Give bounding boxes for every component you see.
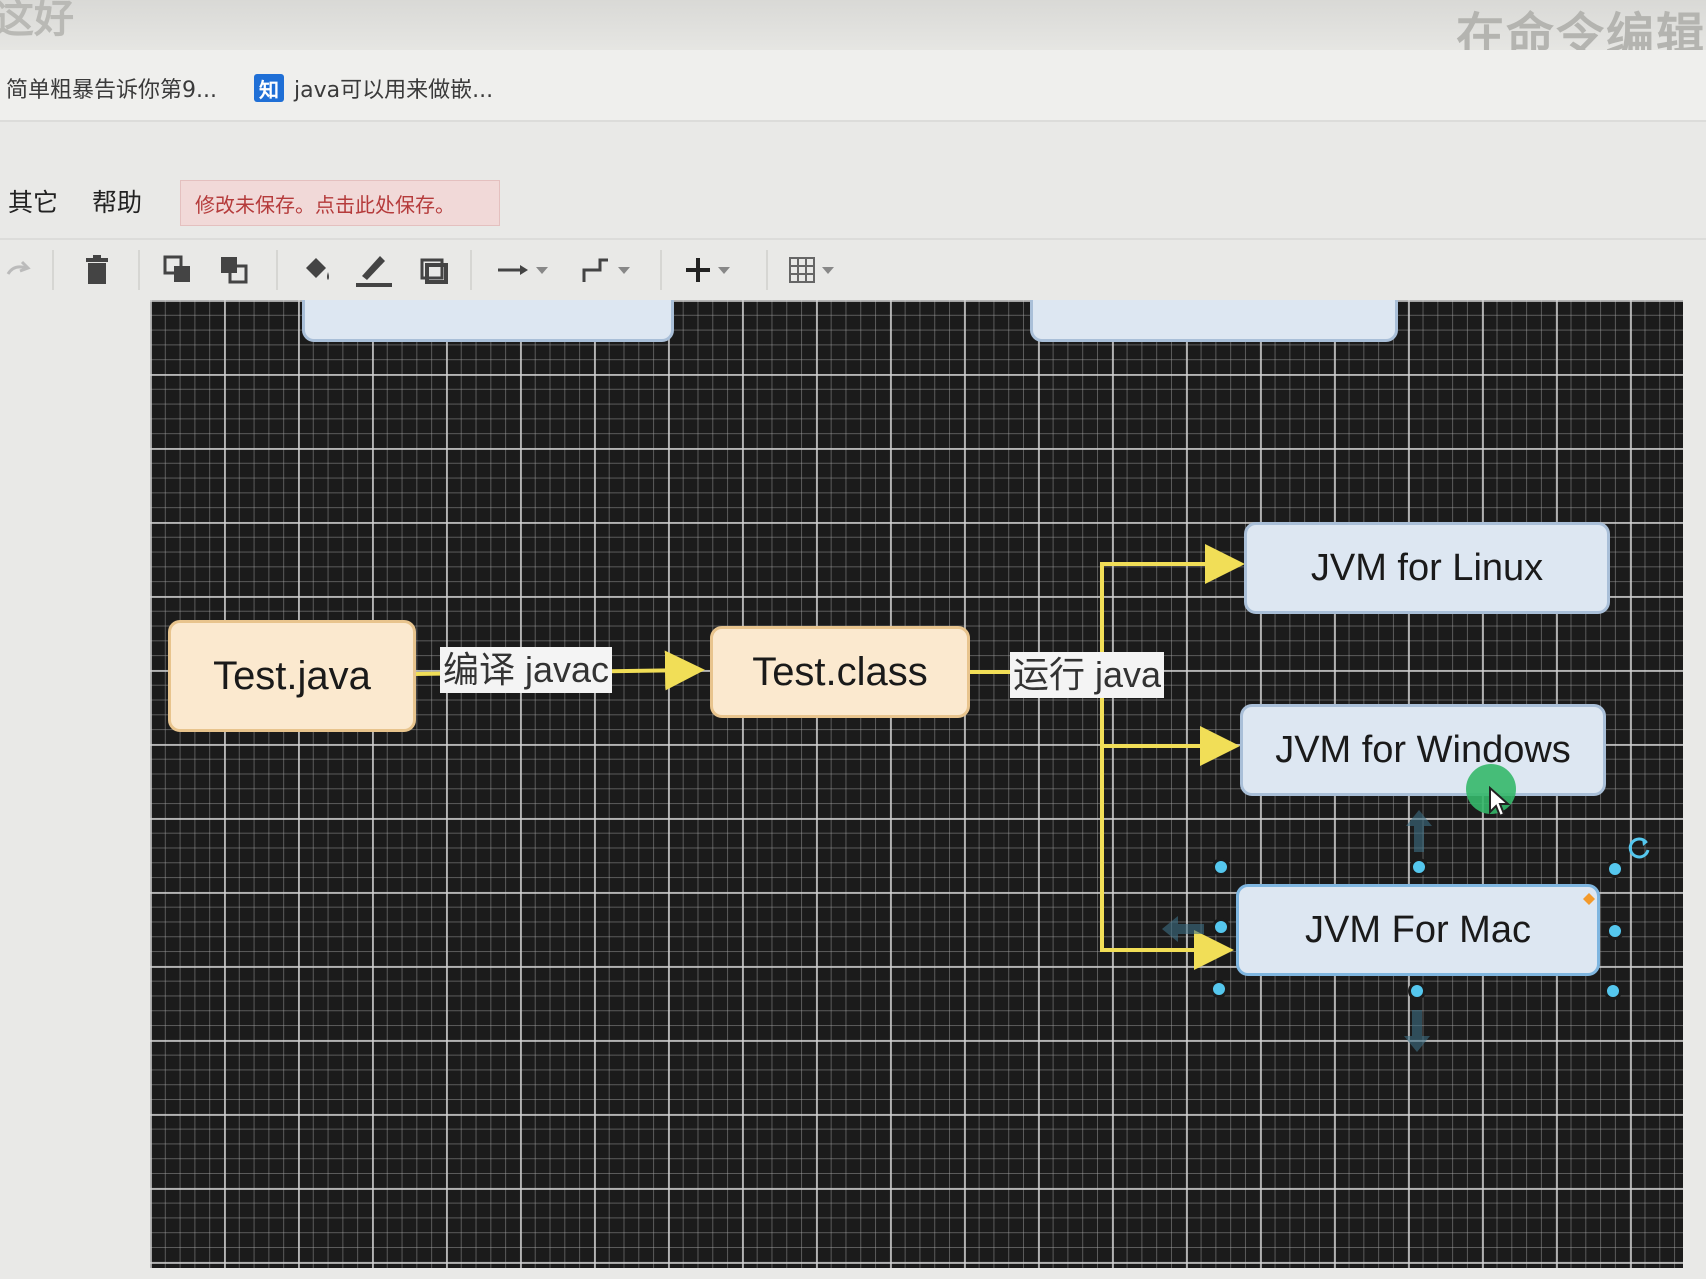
editor-toolbar <box>0 238 1706 300</box>
edge-label-compile[interactable]: 编译 javac <box>440 647 613 693</box>
fill-color-icon <box>306 258 329 280</box>
node-test-class[interactable]: Test.class <box>710 626 970 718</box>
move-down-arrow-icon[interactable] <box>1402 1008 1432 1054</box>
table-button[interactable] <box>788 252 834 288</box>
resize-handle-s[interactable] <box>1408 982 1426 1000</box>
bookmark-item-2-label: java可以用来做嵌... <box>294 78 494 103</box>
resize-handle-nw[interactable] <box>1212 858 1230 876</box>
toolbar-separator <box>766 250 768 290</box>
edge-label-run[interactable]: 运行 java <box>1010 652 1165 698</box>
resize-handle-sw[interactable] <box>1210 980 1228 998</box>
toolbar-separator <box>660 250 662 290</box>
edit-style-marker-icon[interactable] <box>1582 892 1596 906</box>
toolbar-separator <box>52 250 54 290</box>
chevron-down-icon <box>536 266 548 274</box>
menu-help[interactable]: 帮助 <box>92 183 142 219</box>
diagram-canvas[interactable]: Test.java Test.class JVM for Linux JVM f… <box>150 300 1683 1268</box>
connector-style-button[interactable] <box>496 252 548 288</box>
waypoint-style-icon <box>582 258 608 282</box>
chevron-down-icon <box>618 266 630 274</box>
line-color-icon <box>356 256 392 287</box>
redo-icon <box>6 260 31 275</box>
node-test-java-label: Test.java <box>213 653 371 698</box>
chevron-down-icon <box>822 266 834 274</box>
node-jvm-linux-label: JVM for Linux <box>1310 546 1544 589</box>
fill-color-button[interactable] <box>300 252 334 288</box>
redo-button[interactable] <box>4 252 32 288</box>
shadow-icon <box>420 258 448 284</box>
waypoint-style-button[interactable] <box>580 252 630 288</box>
resize-handle-w[interactable] <box>1212 918 1230 936</box>
node-jvm-windows-label: JVM for Windows <box>1275 728 1571 771</box>
bring-front-icon <box>163 255 190 282</box>
send-back-button[interactable] <box>218 252 250 288</box>
move-left-arrow-icon[interactable] <box>1160 914 1206 944</box>
node-jvm-mac-label: JVM For Mac <box>1305 908 1531 951</box>
node-jvm-windows[interactable]: JVM for Windows <box>1240 704 1606 796</box>
table-icon <box>789 257 815 283</box>
bring-front-button[interactable] <box>162 252 194 288</box>
window-title-fragment: 这好 <box>0 0 74 42</box>
unsaved-changes-notice[interactable]: 修改未保存。点击此处保存。 <box>180 180 500 226</box>
bookmark-item-2[interactable]: 知 java可以用来做嵌... <box>254 72 493 104</box>
shadow-button[interactable] <box>418 252 450 288</box>
node-test-class-label: Test.class <box>752 649 928 694</box>
browser-top-bar: 这好 在命令编辑 <box>0 0 1706 64</box>
node-jvm-mac[interactable]: JVM For Mac <box>1236 884 1600 976</box>
bookmark-bar: 简单粗暴告诉你第9... 知 java可以用来做嵌... <box>0 50 1706 122</box>
menu-other[interactable]: 其它 <box>8 183 58 219</box>
resize-handle-n[interactable] <box>1410 858 1428 876</box>
toolbar-separator <box>276 250 278 290</box>
connector-style-icon <box>498 265 528 275</box>
rotate-handle-icon[interactable] <box>1626 834 1654 862</box>
node-test-java[interactable]: Test.java <box>168 620 416 732</box>
bookmark-item-1[interactable]: 简单粗暴告诉你第9... <box>6 72 217 104</box>
zhihu-icon: 知 <box>254 74 284 102</box>
resize-handle-ne[interactable] <box>1606 860 1624 878</box>
edge-run[interactable] <box>969 544 1245 970</box>
line-color-button[interactable] <box>354 252 394 288</box>
resize-handle-e[interactable] <box>1606 922 1624 940</box>
send-back-icon <box>221 257 248 284</box>
cursor-pointer-icon <box>1489 786 1511 818</box>
toolbar-separator <box>470 250 472 290</box>
delete-button[interactable] <box>82 252 112 288</box>
resize-handle-se[interactable] <box>1604 982 1622 1000</box>
move-up-arrow-icon[interactable] <box>1404 808 1434 854</box>
toolbar-separator <box>138 250 140 290</box>
insert-plus-icon <box>686 258 710 282</box>
insert-button[interactable] <box>684 252 730 288</box>
node-jvm-linux[interactable]: JVM for Linux <box>1244 522 1610 614</box>
chevron-down-icon <box>718 266 730 274</box>
delete-icon <box>86 255 108 284</box>
